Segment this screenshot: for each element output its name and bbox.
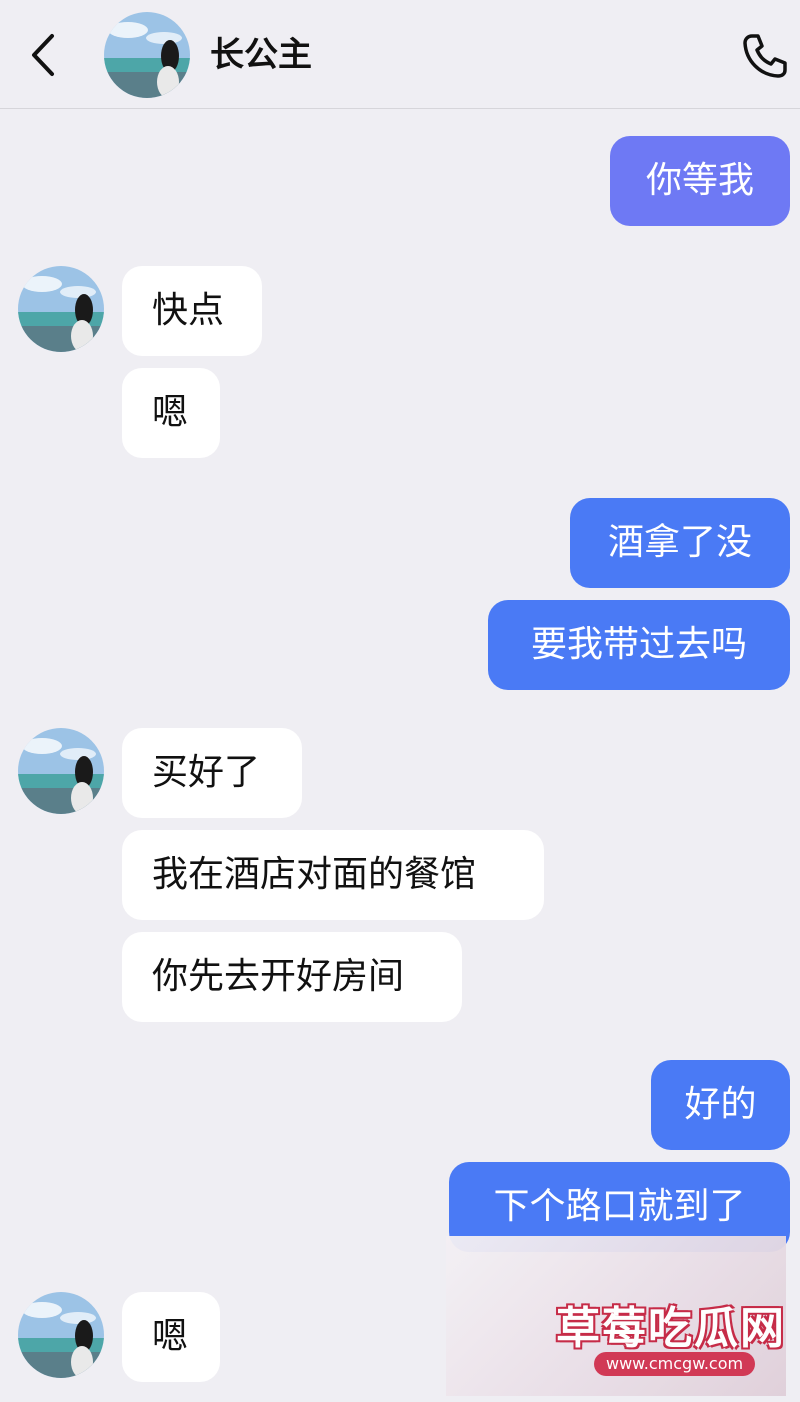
contact-avatar[interactable] bbox=[18, 1292, 104, 1378]
watermark-url: www.cmcgw.com bbox=[594, 1352, 756, 1376]
chevron-left-icon[interactable] bbox=[24, 30, 64, 80]
message-bubble-outgoing[interactable]: 要我带过去吗 bbox=[488, 600, 790, 690]
watermark-logo: 草莓吃瓜网 bbox=[556, 1303, 786, 1354]
message-bubble-incoming[interactable]: 买好了 bbox=[122, 728, 302, 818]
watermark-overlay: 草莓吃瓜网 www.cmcgw.com bbox=[446, 1236, 786, 1396]
message-bubble-outgoing[interactable]: 好的 bbox=[651, 1060, 790, 1150]
message-bubble-incoming[interactable]: 嗯 bbox=[122, 368, 220, 458]
contact-avatar[interactable] bbox=[104, 12, 190, 98]
message-bubble-incoming[interactable]: 嗯 bbox=[122, 1292, 220, 1382]
contact-avatar[interactable] bbox=[18, 266, 104, 352]
chat-header: 长公主 bbox=[0, 0, 800, 109]
message-bubble-incoming[interactable]: 快点 bbox=[122, 266, 262, 356]
phone-icon[interactable] bbox=[738, 30, 790, 82]
message-bubble-outgoing[interactable]: 你等我 bbox=[610, 136, 790, 226]
message-bubble-incoming[interactable]: 我在酒店对面的餐馆 bbox=[122, 830, 544, 920]
contact-avatar[interactable] bbox=[18, 728, 104, 814]
message-bubble-outgoing[interactable]: 酒拿了没 bbox=[570, 498, 790, 588]
message-bubble-incoming[interactable]: 你先去开好房间 bbox=[122, 932, 462, 1022]
contact-name: 长公主 bbox=[210, 35, 312, 75]
